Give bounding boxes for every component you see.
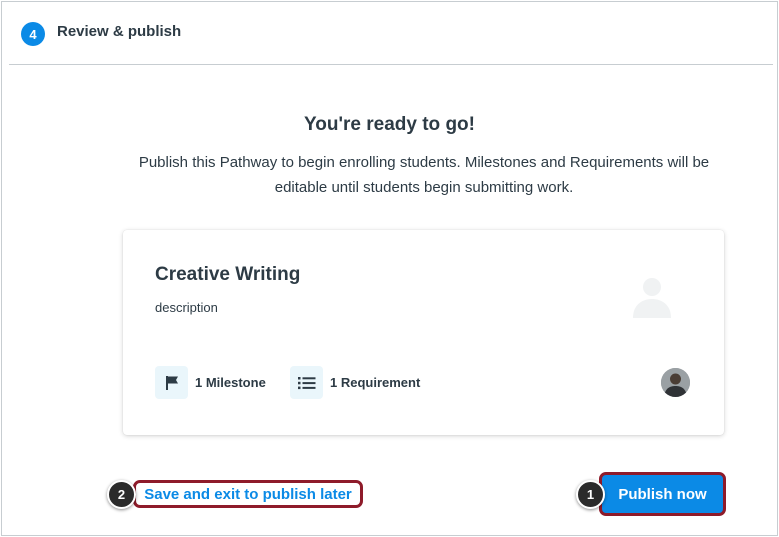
avatar (661, 368, 690, 397)
step-header: 4 Review & publish (2, 2, 777, 64)
milestone-count: 1 Milestone (155, 366, 266, 399)
publish-now-button[interactable]: Publish now (599, 472, 726, 516)
flag-icon (155, 366, 188, 399)
review-publish-panel: 4 Review & publish You're ready to go! P… (1, 1, 778, 536)
step-number-badge: 4 (21, 22, 45, 46)
ready-title: You're ready to go! (304, 114, 475, 135)
pathway-title: Creative Writing (155, 264, 301, 285)
requirement-count-label: 1 Requirement (330, 375, 421, 390)
header-divider (9, 64, 773, 65)
list-icon (290, 366, 323, 399)
step-title: Review & publish (57, 23, 182, 40)
pathway-description: description (155, 300, 218, 315)
user-placeholder-icon (633, 278, 671, 318)
callout-badge-1: 1 (576, 480, 605, 509)
ready-description: Publish this Pathway to begin enrolling … (138, 154, 710, 196)
milestone-count-label: 1 Milestone (195, 375, 266, 390)
publish-now-label: Publish now (618, 485, 707, 503)
callout-badge-2: 2 (107, 480, 136, 509)
pathway-card: Creative Writing description 1 Milestone (123, 230, 724, 435)
save-and-exit-link[interactable]: Save and exit to publish later (133, 480, 363, 508)
requirement-count: 1 Requirement (290, 366, 420, 399)
